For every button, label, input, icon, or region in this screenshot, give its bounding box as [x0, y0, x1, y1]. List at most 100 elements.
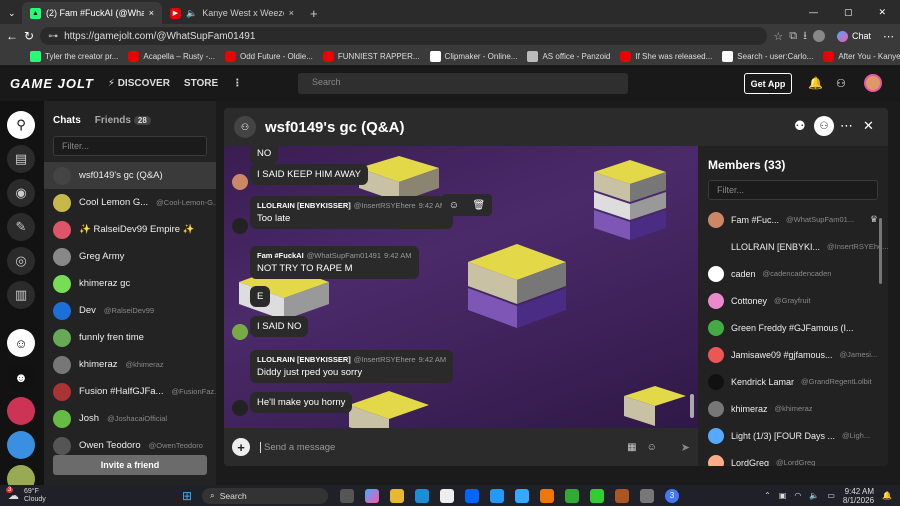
bookmark-item[interactable]: After You - Kanye... — [823, 51, 900, 62]
message-bubble[interactable]: I SAID KEEP HIM AWAY — [250, 164, 368, 185]
dropbox-icon[interactable] — [465, 488, 479, 503]
wifi-icon[interactable]: ◠ — [794, 491, 801, 500]
sticker-icon[interactable]: ▦ — [627, 442, 636, 453]
discover-link[interactable]: ⚡ DISCOVER — [108, 78, 170, 89]
avatar[interactable] — [864, 74, 882, 92]
taskbar-search[interactable]: ⌕ Search — [202, 487, 328, 504]
bookmark-item[interactable]: Acapella – Rusty -... — [128, 51, 215, 62]
chat-button[interactable]: Chat — [831, 30, 877, 42]
blender-icon[interactable] — [540, 488, 554, 503]
avatar[interactable] — [812, 30, 825, 42]
member-item[interactable]: LordGreg @LordGreg — [698, 449, 888, 466]
gamejolt-logo[interactable]: GAME JOLT — [10, 76, 94, 91]
member-item[interactable]: Kendrick Lamar @GrandRegentLolbit — [698, 368, 888, 395]
search-input[interactable]: Search — [298, 73, 628, 94]
app-icon[interactable]: 3 — [665, 488, 679, 503]
store-link[interactable]: STORE — [184, 78, 218, 89]
member-item[interactable]: LLOLRAIN [ENBYKI... @InsertRSYEhe... — [698, 233, 888, 260]
user-avatar[interactable] — [232, 324, 248, 340]
message-bubble[interactable]: LLOLRAIN [ENBYKISSER] @InsertRSYEhere 9:42… — [250, 196, 454, 229]
chat-list-item[interactable]: Josh @JoshacaiOfficial — [44, 405, 216, 432]
chat-list-item[interactable]: ✨ RalseiDev99 Empire ✨ — [44, 216, 216, 243]
tab-gamejolt[interactable]: ▲ (2) Fam #FuckAI (@WhatSupFam0 × — [22, 2, 162, 24]
app-icon[interactable] — [565, 488, 579, 503]
add-attachment-button[interactable]: + — [232, 438, 250, 456]
message-bubble[interactable]: NO — [250, 146, 279, 164]
library-icon[interactable]: ▥ — [7, 281, 35, 309]
message-bubble[interactable]: I SAID NO — [250, 316, 309, 337]
url-field[interactable]: ⊶ https://gamejolt.com/@WhatSupFam01491 — [40, 27, 768, 45]
get-app-button[interactable]: Get App — [744, 73, 792, 94]
bell-icon[interactable]: 🔔 — [808, 76, 823, 90]
app-tray-icon[interactable]: ▣ — [779, 491, 787, 500]
store-icon[interactable]: ▤ — [7, 145, 35, 173]
community-avatar[interactable] — [7, 397, 35, 425]
bookmark-item[interactable]: If She was released... — [620, 51, 712, 62]
user-avatar[interactable] — [232, 400, 248, 416]
tab-youtube[interactable]: ▶ 🔈 Kanye West x Weezer - Yeeze × — [162, 2, 302, 24]
members-filter-input[interactable]: Filter... — [708, 180, 878, 200]
user-avatar[interactable] — [232, 218, 248, 234]
message-input[interactable]: Send a message — [260, 441, 617, 453]
app-icon[interactable] — [490, 488, 504, 503]
member-item[interactable]: Jamisawe09 #gjfamous... @Jamesi... — [698, 341, 888, 368]
message-bubble[interactable]: Fam #FuckAI @WhatSupFam01491 9:42 AM NOT T… — [250, 246, 419, 279]
feed-scrollbar[interactable] — [690, 394, 694, 418]
more-menu-button[interactable]: ⋮ — [232, 78, 242, 89]
chat-list-item[interactable]: wsf0149's gc (Q&A) — [44, 162, 216, 189]
message-bubble[interactable]: E — [250, 286, 271, 307]
members-toggle-icon[interactable]: ⚇ — [814, 116, 834, 136]
windows-start-icon[interactable]: ⊞ — [180, 489, 194, 503]
send-icon[interactable]: ➤ — [681, 441, 690, 454]
chevron-up-icon[interactable]: ⌃ — [764, 491, 771, 500]
close-window-button[interactable]: ✕ — [878, 7, 886, 18]
controller-icon[interactable]: ◉ — [7, 179, 35, 207]
member-item[interactable]: Fam #Fuc... @WhatSupFam01... ♛ — [698, 206, 888, 233]
extension-icon[interactable]: ⧉ — [789, 30, 797, 43]
task-view-icon[interactable] — [340, 488, 354, 503]
add-member-icon[interactable]: ⚉ — [794, 118, 806, 134]
notification-bell-icon[interactable]: 🔔 — [882, 491, 892, 500]
bookmark-item[interactable]: Clipmaker - Online... — [429, 51, 517, 62]
download-icon[interactable]: ⭳ — [803, 27, 807, 46]
menu-icon[interactable]: ⋯ — [883, 30, 894, 43]
more-options-icon[interactable]: ⋯ — [840, 118, 853, 134]
react-icon[interactable]: ☺ — [449, 200, 459, 211]
new-tab-button[interactable]: + — [302, 2, 324, 24]
store-icon[interactable] — [440, 488, 454, 503]
chat-list-item[interactable]: funnly fren time — [44, 324, 216, 351]
member-item[interactable]: Light (1/3) [FOUR Days ... @Ligh... — [698, 422, 888, 449]
bookmark-item[interactable]: Odd Future - Oldie... — [224, 51, 313, 62]
battery-icon[interactable]: ▭ — [827, 491, 835, 500]
tab-friends[interactable]: Friends 28 — [95, 115, 151, 126]
refresh-icon[interactable]: ↻ — [24, 29, 34, 43]
bookmark-item[interactable]: Search - user:Carlo... — [722, 51, 813, 62]
community-avatar[interactable]: ☺ — [7, 329, 35, 357]
invite-friend-button[interactable]: Invite a friend — [53, 455, 207, 475]
member-item[interactable]: khimeraz @khimeraz — [698, 395, 888, 422]
close-tab-icon[interactable]: × — [289, 8, 294, 18]
user-avatar[interactable] — [232, 174, 248, 190]
tab-chats[interactable]: Chats — [53, 115, 81, 126]
close-chat-button[interactable]: ✕ — [863, 118, 874, 134]
members-scrollbar[interactable] — [879, 218, 882, 284]
chat-list-item[interactable]: Fusion #HalfGJFa... @FusionFaz... — [44, 378, 216, 405]
member-item[interactable]: Cottoney @Grayfruit — [698, 287, 888, 314]
trash-icon[interactable]: 🗑 — [473, 200, 486, 211]
message-bubble[interactable]: LLOLRAIN [ENBYKISSER] @InsertRSYEhere 9:42… — [250, 350, 454, 383]
chat-list-item[interactable]: Greg Army — [44, 243, 216, 270]
emoji-icon[interactable]: ☺ — [647, 442, 657, 453]
app-icon[interactable] — [515, 488, 529, 503]
bookmark-item[interactable]: FUNNIEST RAPPER... — [322, 51, 420, 62]
chat-filter-input[interactable]: Filter... — [53, 136, 207, 156]
brush-icon[interactable]: ✎ — [7, 213, 35, 241]
member-item[interactable]: caden @cadencadencaden — [698, 260, 888, 287]
clock[interactable]: 9:42 AM 8/1/2026 — [843, 487, 874, 505]
star-icon[interactable]: ☆ — [773, 30, 783, 43]
volume-icon[interactable]: 🔈 — [809, 491, 819, 500]
bookmark-item[interactable]: AS office - Panzoid — [527, 51, 610, 62]
minimize-button[interactable]: — — [809, 7, 818, 18]
chat-list-item[interactable]: Cool Lemon G... @Cool-Lemon-G... — [44, 189, 216, 216]
chat-list-item[interactable]: khimeraz gc — [44, 270, 216, 297]
maximize-button[interactable]: ▢ — [844, 7, 853, 18]
